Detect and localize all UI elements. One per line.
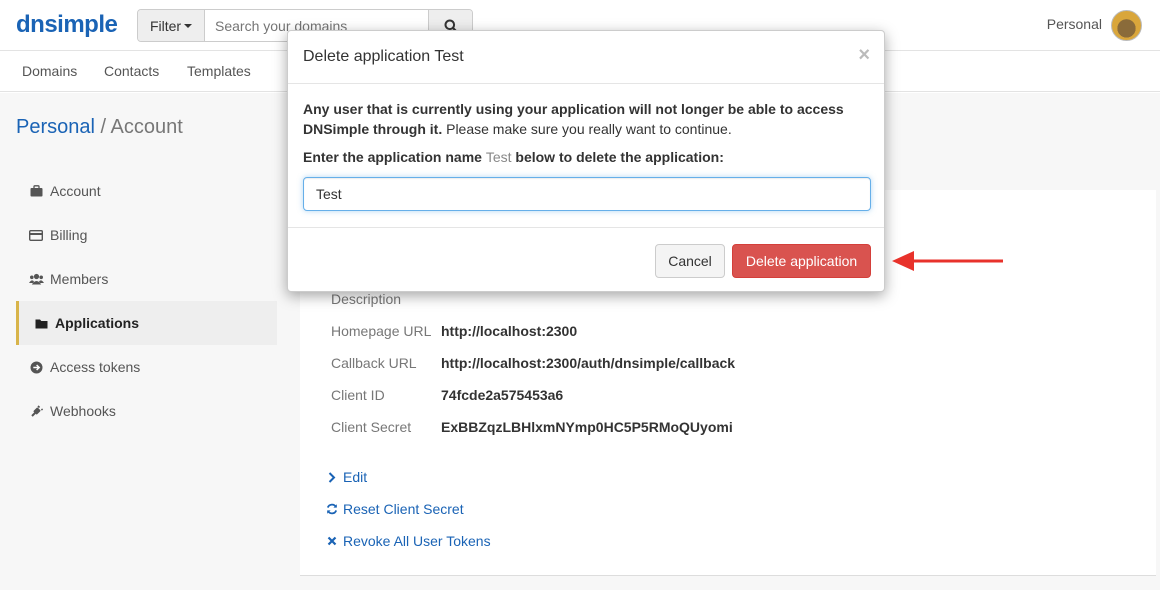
warning-rest-text: Please make sure you really want to cont…: [442, 121, 732, 137]
plug-icon: [28, 404, 44, 418]
modal-footer: Cancel Delete application: [288, 228, 884, 291]
sidebar-item-label: Members: [50, 271, 109, 287]
detail-value: 74fcde2a575453a6: [441, 387, 564, 403]
revoke-all-user-tokens-link[interactable]: Revoke All User Tokens: [325, 533, 491, 549]
warning-message: Any user that is currently using your ap…: [303, 99, 869, 139]
detail-value: http://localhost:2300: [441, 323, 578, 339]
breadcrumb: Personal / Account: [16, 116, 183, 139]
action-label: Revoke All User Tokens: [343, 533, 491, 549]
folder-icon: [33, 318, 49, 329]
sidebar-item-billing[interactable]: Billing: [16, 213, 277, 257]
detail-label: Client Secret: [331, 419, 412, 435]
dnsimple-logo[interactable]: dnsimple: [16, 11, 118, 39]
sidebar-item-account[interactable]: Account: [16, 169, 277, 213]
filter-label: Filter: [149, 17, 182, 34]
caret-down-icon: [184, 23, 193, 28]
credit-card-icon: [28, 229, 44, 241]
refresh-icon: [325, 503, 339, 515]
user-avatar[interactable]: [1111, 10, 1142, 41]
sidebar-item-access-tokens[interactable]: Access tokens: [16, 345, 277, 389]
prompt-after: below to delete the application:: [511, 149, 724, 165]
sidebar-item-label: Webhooks: [50, 403, 116, 419]
account-sidebar: Account Billing Members Applications Acc…: [16, 169, 277, 433]
breadcrumb-separator: /: [100, 116, 107, 138]
edit-application-link[interactable]: Edit: [325, 469, 367, 485]
breadcrumb-personal-link[interactable]: Personal: [16, 116, 95, 138]
account-switcher-label[interactable]: Personal: [1047, 16, 1102, 32]
action-label: Reset Client Secret: [343, 501, 464, 517]
briefcase-icon: [28, 185, 44, 197]
users-icon: [28, 273, 44, 285]
confirm-prompt: Enter the application name Test below to…: [303, 149, 869, 165]
sidebar-item-label: Billing: [50, 227, 88, 243]
detail-label: Homepage URL: [331, 323, 432, 339]
detail-label: Callback URL: [331, 355, 417, 371]
x-icon: [325, 536, 339, 546]
sidebar-item-label: Access tokens: [50, 359, 141, 375]
modal-header: Delete application Test ×: [288, 31, 884, 84]
prompt-before: Enter the application name: [303, 149, 486, 165]
subnav-item-domains[interactable]: Domains: [22, 63, 77, 79]
subnav-item-contacts[interactable]: Contacts: [104, 63, 159, 79]
arrow-circle-icon: [28, 361, 44, 374]
sidebar-item-members[interactable]: Members: [16, 257, 277, 301]
cancel-button[interactable]: Cancel: [655, 244, 725, 278]
confirm-application-name-input[interactable]: [303, 177, 871, 211]
modal-body: Any user that is currently using your ap…: [288, 84, 884, 228]
detail-value: ExBBZqzLBHlxmNYmp0HC5P5RMoQUyomi: [441, 419, 733, 435]
annotation-arrow-icon: [892, 251, 1003, 271]
close-icon[interactable]: ×: [858, 44, 870, 67]
action-label: Edit: [343, 469, 368, 485]
prompt-application-name: Test: [485, 149, 512, 165]
modal-title: Delete application Test: [303, 48, 464, 65]
reset-client-secret-link[interactable]: Reset Client Secret: [325, 501, 464, 517]
chevron-right-icon: [325, 471, 339, 483]
sidebar-item-label: Account: [50, 183, 101, 199]
delete-application-button[interactable]: Delete application: [732, 244, 871, 278]
breadcrumb-current: Account: [110, 116, 183, 138]
detail-value: http://localhost:2300/auth/dnsimple/call…: [441, 355, 736, 371]
detail-label: Description: [331, 291, 402, 307]
subnav-item-templates[interactable]: Templates: [187, 63, 251, 79]
detail-label: Client ID: [331, 387, 385, 403]
sidebar-item-applications[interactable]: Applications: [16, 301, 277, 345]
sidebar-item-webhooks[interactable]: Webhooks: [16, 389, 277, 433]
filter-dropdown-button[interactable]: Filter: [138, 10, 205, 41]
sidebar-item-label: Applications: [55, 315, 140, 331]
delete-application-modal: Delete application Test × Any user that …: [287, 30, 885, 292]
